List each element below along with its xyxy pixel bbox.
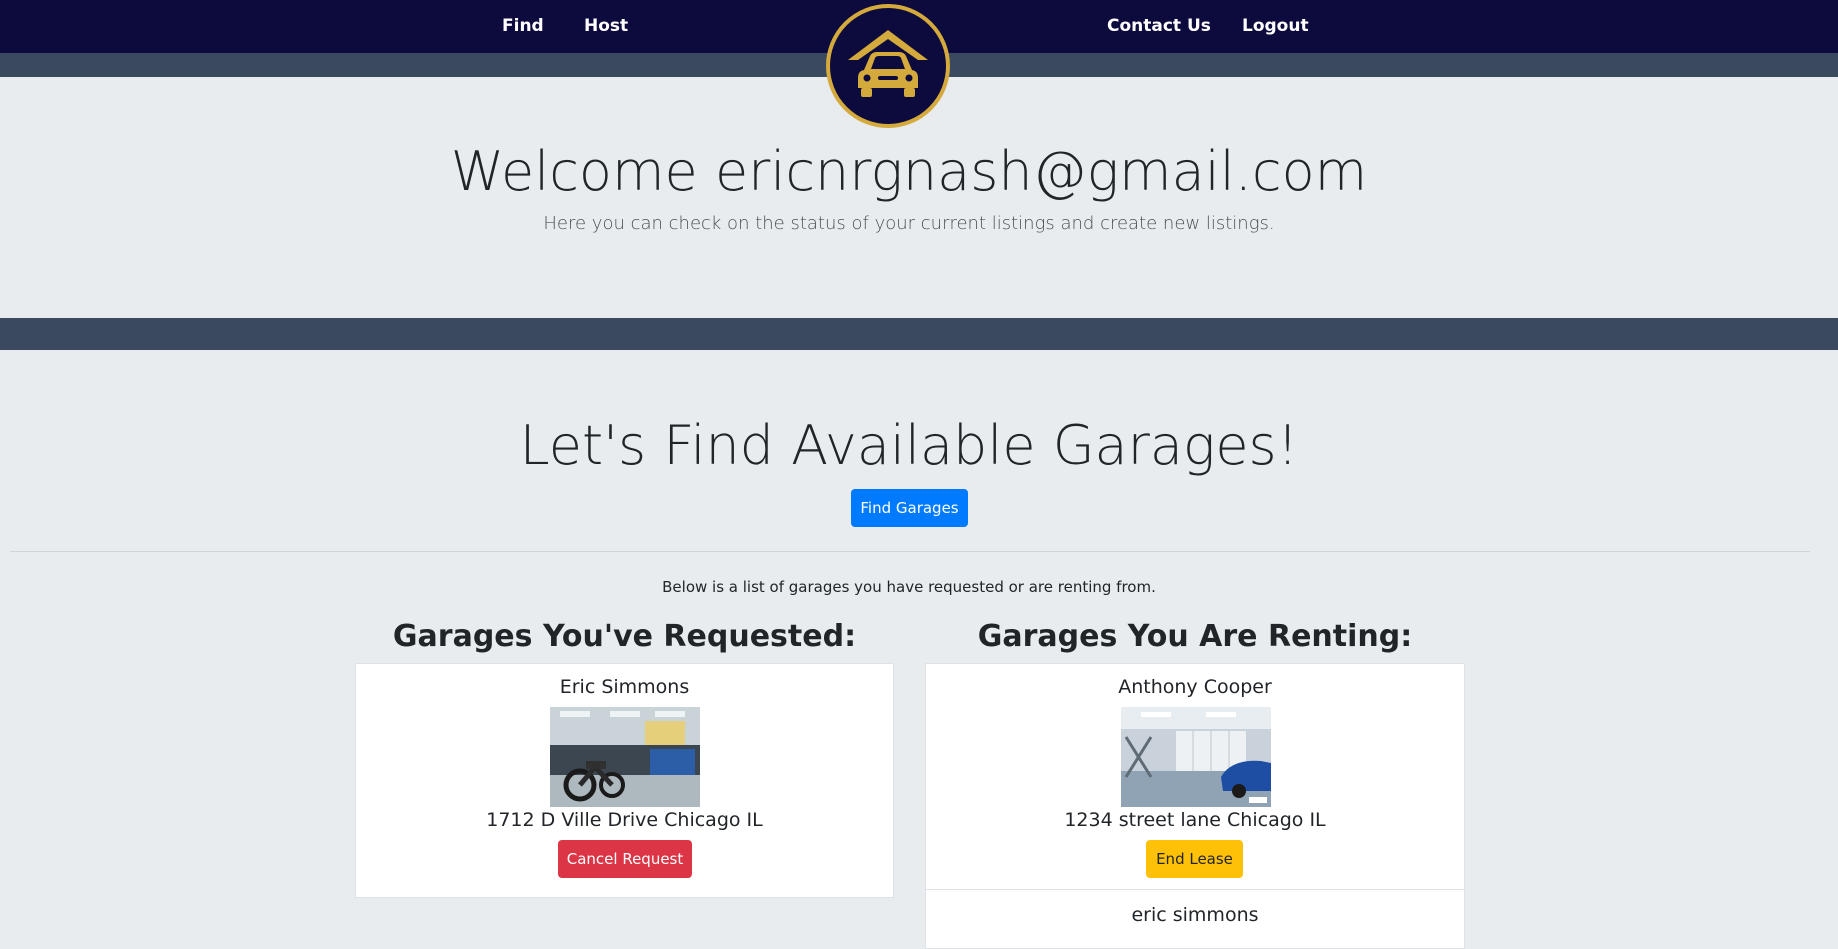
- horizontal-rule: [10, 551, 1810, 552]
- nav-find-link[interactable]: Find: [502, 0, 544, 53]
- section-divider-band: [0, 318, 1838, 350]
- end-lease-button[interactable]: End Lease: [1146, 840, 1243, 878]
- renting-heading: Garages You Are Renting:: [977, 619, 1413, 654]
- garage-motorcycle-photo: [550, 707, 700, 807]
- garage-car-icon[interactable]: [826, 4, 950, 128]
- nav-host-link[interactable]: Host: [584, 0, 628, 53]
- list-intro-text: Below is a list of garages you have requ…: [662, 578, 1156, 596]
- garage-address: 1234 street lane Chicago IL: [1064, 809, 1326, 831]
- nav-contact-link[interactable]: Contact Us: [1107, 0, 1211, 53]
- find-heading: Let's Find Available Garages!: [519, 414, 1299, 477]
- requested-garage-card: Eric Simmons 1712 D Ville Drive Chicago …: [355, 663, 894, 898]
- cancel-request-button[interactable]: Cancel Request: [558, 840, 692, 878]
- host-name: Anthony Cooper: [1118, 676, 1272, 698]
- host-name: eric simmons: [1131, 904, 1259, 926]
- garage-car-photo: [1121, 707, 1271, 807]
- nav-logout-link[interactable]: Logout: [1242, 0, 1309, 53]
- welcome-subtitle: Here you can check on the status of your…: [543, 213, 1275, 234]
- welcome-heading: Welcome ericnrgnash@gmail.com: [450, 140, 1368, 203]
- garage-address: 1712 D Ville Drive Chicago IL: [486, 809, 763, 831]
- requested-heading: Garages You've Requested:: [392, 619, 857, 654]
- host-name: Eric Simmons: [559, 676, 690, 698]
- renting-garage-card: eric simmons: [925, 889, 1465, 949]
- renting-garage-card: Anthony Cooper 1234 street lane Chicago …: [925, 663, 1465, 890]
- find-garages-button[interactable]: Find Garages: [851, 489, 968, 527]
